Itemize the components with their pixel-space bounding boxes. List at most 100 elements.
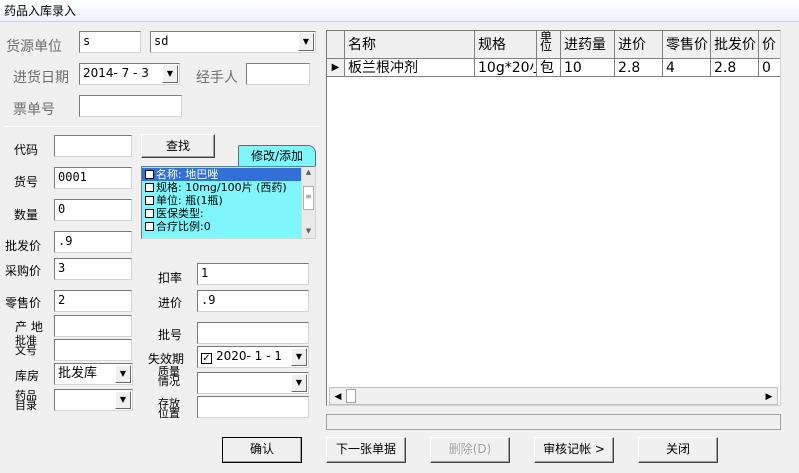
entry-grid[interactable]: 名称 规格 单位 进药量 进价 零售价 批发价价 ▶ 板兰根冲剂 10g*20小包 10 2.8 4… [326, 30, 781, 406]
close-button[interactable]: 关闭 [638, 437, 718, 463]
wholesale-price-input[interactable]: .9 [54, 231, 132, 253]
header-divider [4, 126, 320, 127]
supplier-name-value: sd [154, 34, 169, 48]
scroll-right-icon[interactable]: ▶ [761, 388, 777, 404]
scroll-up-icon[interactable]: ▲ [303, 168, 314, 178]
list-item-label: 单位: 瓶(1瓶) [156, 194, 223, 207]
code-input[interactable] [54, 135, 132, 157]
confirm-button[interactable]: 确认 [222, 437, 302, 463]
list-item[interactable]: 医保类型: [142, 207, 301, 220]
next-document-button[interactable]: 下一张单据 [326, 437, 406, 463]
chevron-down-icon[interactable]: ▼ [115, 365, 131, 383]
hscroll-thumb[interactable] [346, 389, 356, 403]
modify-add-tab-label: 修改/添加 [250, 149, 304, 163]
scroll-left-icon[interactable]: ◀ [330, 388, 346, 404]
list-item[interactable]: 规格: 10mg/100片 (西药) [142, 181, 301, 194]
expiry-date-picker[interactable]: ✓ 2020- 1 - 1 ▼ [197, 346, 309, 368]
checkbox-icon[interactable] [145, 196, 154, 205]
cost-price-input[interactable]: .9 [197, 290, 309, 312]
supplier-label: 货源单位 [6, 39, 62, 55]
chevron-down-icon[interactable]: ▼ [162, 65, 178, 83]
row-pointer-icon: ▶ [327, 59, 345, 76]
close-button-label: 关闭 [665, 442, 690, 456]
table-cell[interactable]: 10g*20小 [475, 59, 537, 76]
checkbox-icon[interactable] [145, 183, 154, 192]
purchase-date-value: 2014- 7 - 3 [83, 66, 149, 80]
retail-price-label: 零售价 [5, 296, 42, 310]
column-header[interactable]: 进价 [615, 31, 663, 58]
grid-hscrollbar[interactable]: ◀ ▶ [329, 387, 778, 405]
approval-label: 批准 文号 [13, 335, 39, 357]
checkbox-icon[interactable] [145, 209, 154, 218]
table-cell[interactable]: 包 [537, 59, 561, 76]
modify-add-tab[interactable]: 修改/添加 [238, 145, 316, 166]
scroll-thumb[interactable]: ≡ [303, 186, 314, 210]
purchase-date-label: 进货日期 [13, 70, 69, 86]
column-header[interactable]: 价 [759, 31, 780, 58]
column-header[interactable]: 名称 [345, 31, 475, 58]
list-item[interactable]: 单位: 瓶(1瓶) [142, 194, 301, 207]
location-label: 存放 位置 [154, 398, 184, 419]
catalog-select[interactable]: ▼ [54, 389, 133, 411]
expiry-checkbox[interactable]: ✓ [201, 353, 212, 364]
table-cell[interactable]: 2.8 [615, 59, 663, 76]
drug-info-scrollbar[interactable]: ▲ ≡ ▼ [301, 167, 315, 238]
scroll-down-icon[interactable]: ▼ [303, 227, 314, 237]
column-header[interactable]: 批发价 [711, 31, 759, 58]
chevron-down-icon[interactable]: ▼ [291, 348, 307, 366]
table-cell[interactable]: 2.8 [711, 59, 759, 76]
table-cell[interactable]: 10 [561, 59, 615, 76]
drug-info-checklist[interactable]: 名称: 地巴唑 规格: 10mg/100片 (西药) 单位: 瓶(1瓶) 医保类型: 合… [141, 166, 316, 239]
delete-button-label: 删除(D) [448, 442, 492, 456]
catalog-label-line2: 目录 [15, 399, 37, 412]
chevron-down-icon[interactable]: ▼ [298, 33, 314, 51]
column-header[interactable]: 规格 [475, 31, 537, 58]
table-row[interactable]: ▶ 板兰根冲剂 10g*20小包 10 2.8 4 2.8 0 [327, 59, 780, 77]
checkbox-icon[interactable] [145, 170, 154, 179]
audit-post-button-label: 审核记帐 > [543, 442, 605, 456]
search-button[interactable]: 查找 [141, 134, 215, 158]
column-header[interactable]: 进药量 [561, 31, 615, 58]
discount-input[interactable]: 1 [197, 263, 309, 285]
purchase-price-input[interactable]: 3 [54, 258, 132, 280]
invoice-input[interactable] [79, 95, 182, 117]
approval-label-line2: 文号 [15, 344, 37, 357]
supplier-name-select[interactable]: sd ▼ [150, 31, 316, 53]
list-item-label: 名称: 地巴唑 [156, 168, 219, 181]
item-no-label: 货号 [14, 175, 39, 189]
cost-price-label: 进价 [158, 296, 183, 310]
invoice-label: 票单号 [13, 102, 55, 118]
column-header[interactable]: 零售价 [663, 31, 711, 58]
location-input[interactable] [197, 396, 309, 418]
qty-input[interactable]: 0 [54, 199, 132, 221]
audit-post-button[interactable]: 审核记帐 > [534, 437, 614, 463]
storage-label: 库房 [15, 369, 40, 383]
supplier-code-input[interactable]: s [79, 31, 141, 53]
list-item-label: 医保类型: [156, 207, 204, 220]
item-no-input[interactable]: 0001 [54, 167, 132, 189]
approval-no-input[interactable] [54, 339, 132, 361]
list-item-label: 规格: 10mg/100片 (西药) [156, 181, 287, 194]
list-item-label: 合疗比例:0 [156, 220, 211, 233]
table-cell[interactable]: 4 [663, 59, 711, 76]
column-header[interactable]: 单位 [537, 31, 561, 58]
chevron-down-icon[interactable]: ▼ [291, 374, 307, 392]
table-cell[interactable]: 板兰根冲剂 [345, 59, 475, 76]
storage-value: 批发库 [58, 366, 98, 381]
chevron-down-icon[interactable]: ▼ [115, 391, 131, 409]
wholesale-price-label: 批发价 [5, 239, 42, 253]
origin-input[interactable] [54, 315, 132, 337]
list-item[interactable]: 合疗比例:0 [142, 220, 301, 233]
purchase-price-label: 采购价 [5, 264, 42, 278]
purchase-date-picker[interactable]: 2014- 7 - 3 ▼ [79, 63, 180, 85]
checkbox-icon[interactable] [145, 222, 154, 231]
quality-select[interactable]: ▼ [197, 372, 309, 394]
handler-input[interactable] [246, 63, 310, 85]
table-cell[interactable]: 0 [759, 59, 780, 76]
list-item[interactable]: 名称: 地巴唑 [142, 168, 301, 181]
retail-price-input[interactable]: 2 [54, 290, 132, 312]
delete-button[interactable]: 删除(D) [430, 437, 510, 463]
storage-select[interactable]: 批发库 ▼ [54, 363, 133, 385]
grid-header: 名称 规格 单位 进药量 进价 零售价 批发价价 [327, 31, 780, 59]
batch-input[interactable] [197, 322, 309, 344]
